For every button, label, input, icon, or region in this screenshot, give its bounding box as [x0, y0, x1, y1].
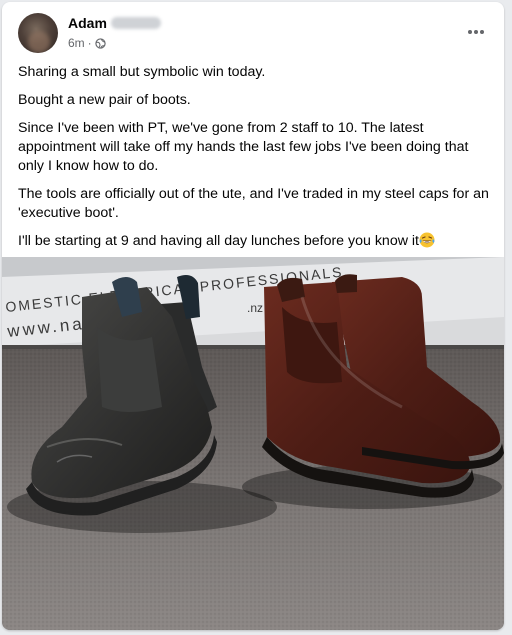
author-name[interactable]: Adam — [68, 15, 107, 31]
more-icon — [468, 30, 484, 34]
globe-icon[interactable] — [94, 37, 106, 49]
post-paragraph-text: I'll be starting at 9 and having all day… — [18, 233, 419, 249]
post-text: Sharing a small but symbolic win today. … — [18, 63, 494, 260]
post-timestamp[interactable]: 6m — [68, 36, 85, 50]
post-paragraph-last: I'll be starting at 9 and having all day… — [18, 232, 494, 251]
post-paragraph: Since I've been with PT, we've gone from… — [18, 120, 469, 174]
post-paragraph: Bought a new pair of boots. — [18, 92, 191, 108]
banner-suffix: .nz — [247, 301, 263, 315]
post-paragraph: The tools are officially out of the ute,… — [18, 186, 489, 221]
meta-separator: · — [87, 36, 92, 50]
laughing-crying-emoji-icon — [419, 232, 435, 248]
boots-photo: OMESTIC ELECTRICAL PROFESSIONALS www.nap… — [2, 257, 504, 630]
post-meta: 6m · — [68, 36, 106, 50]
author-line: Adam — [68, 15, 161, 33]
feed-post: Adam 6m · Sharing a small but symbolic w… — [2, 2, 504, 630]
post-header: Adam 6m · — [2, 2, 504, 60]
post-photo[interactable]: OMESTIC ELECTRICAL PROFESSIONALS www.nap… — [2, 257, 504, 630]
more-options-button[interactable] — [464, 20, 488, 44]
post-paragraph: Sharing a small but symbolic win today. — [18, 64, 266, 80]
avatar[interactable] — [18, 13, 58, 53]
blurred-surname — [110, 17, 161, 29]
